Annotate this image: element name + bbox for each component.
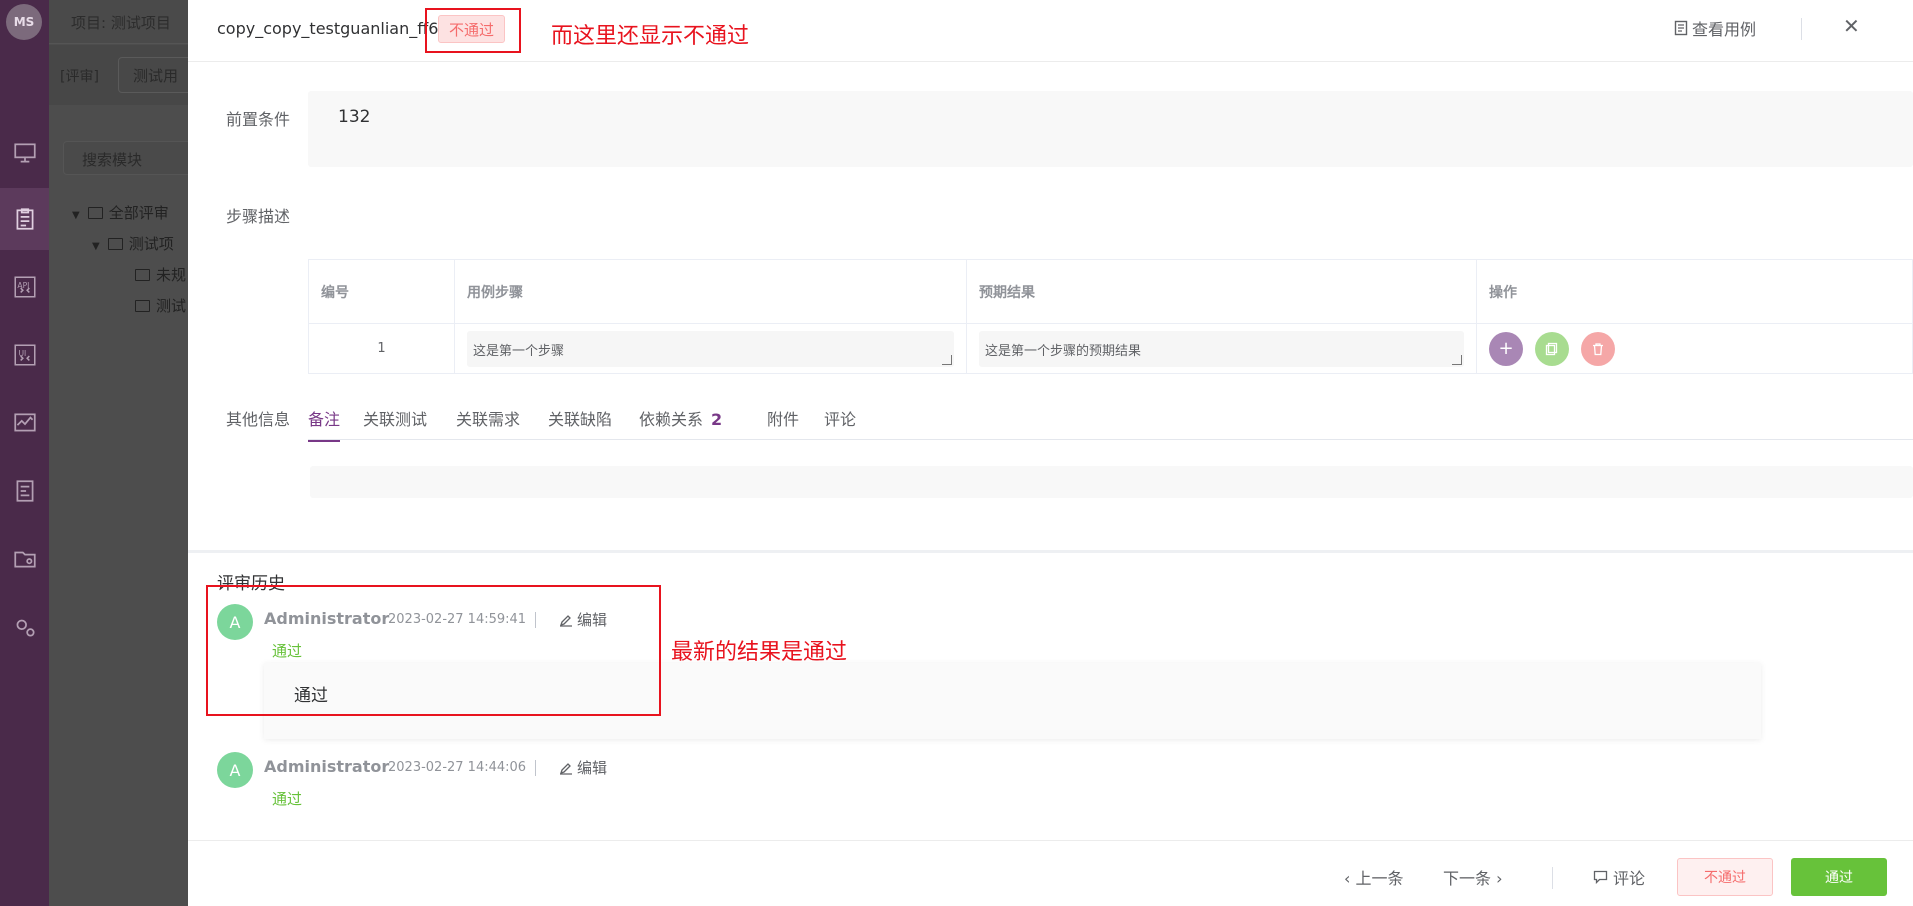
remark-field[interactable] [310,466,1913,498]
bg-tree-child: ▼ 测试项 [92,235,174,253]
annotation-note-history: 最新的结果是通过 [671,640,848,665]
review-timestamp: 2023-02-27 14:44:06 [388,760,527,775]
fail-button[interactable]: 不通过 [1677,858,1773,896]
column-header-step: 用例步骤 [454,259,967,324]
folder-icon [135,269,150,281]
nav-performance-icon[interactable] [0,392,49,454]
steps-table: 编号 用例步骤 预期结果 操作 1 这是第一个步骤 这是第一个步骤的预期结果 + [308,259,1913,374]
dependency-count-badge: 2 [711,410,723,429]
info-tabs: 备注 关联测试 关联需求 关联缺陷 依赖关系 2 附件 评论 [308,400,1913,442]
folder-icon [135,300,150,312]
step-num: 1 [308,323,455,374]
close-icon[interactable]: ✕ [1843,14,1860,38]
tab-attachments[interactable]: 附件 [767,406,799,440]
nav-workbench-icon[interactable] [0,122,49,184]
footer-divider [1552,867,1553,889]
header-divider [1801,18,1802,40]
nav-report-icon[interactable] [0,460,49,522]
steps-label: 步骤描述 [226,207,291,226]
trash-icon [1593,342,1604,355]
prev-button[interactable]: ‹ 上一条 [1344,865,1404,889]
pass-button[interactable]: 通过 [1791,858,1887,896]
tab-related-requirements[interactable]: 关联需求 [456,406,520,440]
tab-remark[interactable]: 备注 [308,406,341,442]
tab-related-tests[interactable]: 关联测试 [363,406,427,440]
nav-ui-icon[interactable]: UI [0,324,49,386]
resize-handle-icon[interactable] [942,354,952,365]
view-case-label: 查看用例 [1692,20,1757,39]
chevron-left-icon: ‹ [1344,869,1356,888]
chevron-right-icon: › [1491,869,1503,888]
folder-icon [87,207,103,219]
comment-button[interactable]: 评论 [1593,865,1645,889]
review-status: 通过 [272,790,303,808]
nav-track-icon[interactable] [0,188,49,250]
edit-icon [559,762,572,775]
bg-tree-leaf: 未规 [135,264,186,285]
tab-related-bugs[interactable]: 关联缺陷 [548,406,612,440]
expected-cell: 这是第一个步骤的预期结果 [966,323,1477,374]
precondition-field[interactable]: 132 [308,91,1913,167]
tab-comments[interactable]: 评论 [824,406,856,440]
expected-input[interactable]: 这是第一个步骤的预期结果 [979,330,1464,367]
step-cell: 这是第一个步骤 [454,323,967,374]
resize-handle-icon[interactable] [1452,354,1462,365]
precondition-label: 前置条件 [226,110,291,129]
edit-label: 编辑 [577,759,608,777]
divider [535,760,536,776]
bg-project-label: 项目: 测试项目 [71,14,171,32]
column-header-expected: 预期结果 [966,259,1477,324]
column-header-num: 编号 [308,259,455,324]
bg-review-tag: [评审] [60,69,99,85]
section-divider [188,550,1913,553]
avatar: A [217,752,253,788]
bg-tree-leaf: 测试 [135,295,186,316]
bg-tree-root: ▼ 全部评审 [72,204,169,222]
caret-down-icon: ▼ [92,241,100,252]
copy-step-button[interactable] [1535,331,1570,366]
drawer-footer: ‹ 上一条 下一条 › 评论 不通过 通过 [188,840,1913,906]
edit-review-button[interactable]: 编辑 [559,757,607,778]
nav-settings-icon[interactable] [0,596,49,658]
next-button[interactable]: 下一条 › [1443,865,1503,889]
annotation-note-status: 而这里还显示不通过 [551,24,750,49]
app-logo[interactable]: MS [6,4,42,40]
table-header-row: 编号 用例步骤 预期结果 操作 [308,259,1913,324]
folder-icon [107,238,123,250]
case-review-drawer: copy_copy_testguanlian_ff6c 不通过 查看用例 ✕ 前… [188,0,1913,906]
tab-dependencies[interactable]: 依赖关系 2 [639,406,722,440]
table-row: 1 这是第一个步骤 这是第一个步骤的预期结果 + [308,323,1913,374]
view-case-button[interactable]: 查看用例 [1674,16,1756,40]
case-title: copy_copy_testguanlian_ff6c [217,19,448,38]
comment-icon [1593,870,1608,884]
delete-step-button[interactable] [1581,331,1616,366]
bg-topbar: 项目: 测试项目 [49,0,189,44]
annotation-box-history [206,585,661,716]
actions-cell: + [1476,323,1913,374]
caret-down-icon: ▼ [72,210,80,221]
bg-search-input: 搜索模块 [63,141,203,175]
add-step-button[interactable]: + [1489,331,1523,366]
copy-icon [1545,342,1558,355]
bg-tab: 测试用 [118,57,198,93]
annotation-box-status [425,8,521,53]
reviewer-name: Administrator [264,757,390,776]
svg-text:UI: UI [18,349,26,358]
step-input[interactable]: 这是第一个步骤 [467,330,954,367]
column-header-actions: 操作 [1476,259,1913,324]
nav-project-icon[interactable] [0,528,49,590]
left-nav: MS API UI [0,0,49,906]
nav-api-icon[interactable]: API [0,256,49,318]
other-info-label: 其他信息 [226,410,291,429]
document-icon [1674,20,1688,36]
